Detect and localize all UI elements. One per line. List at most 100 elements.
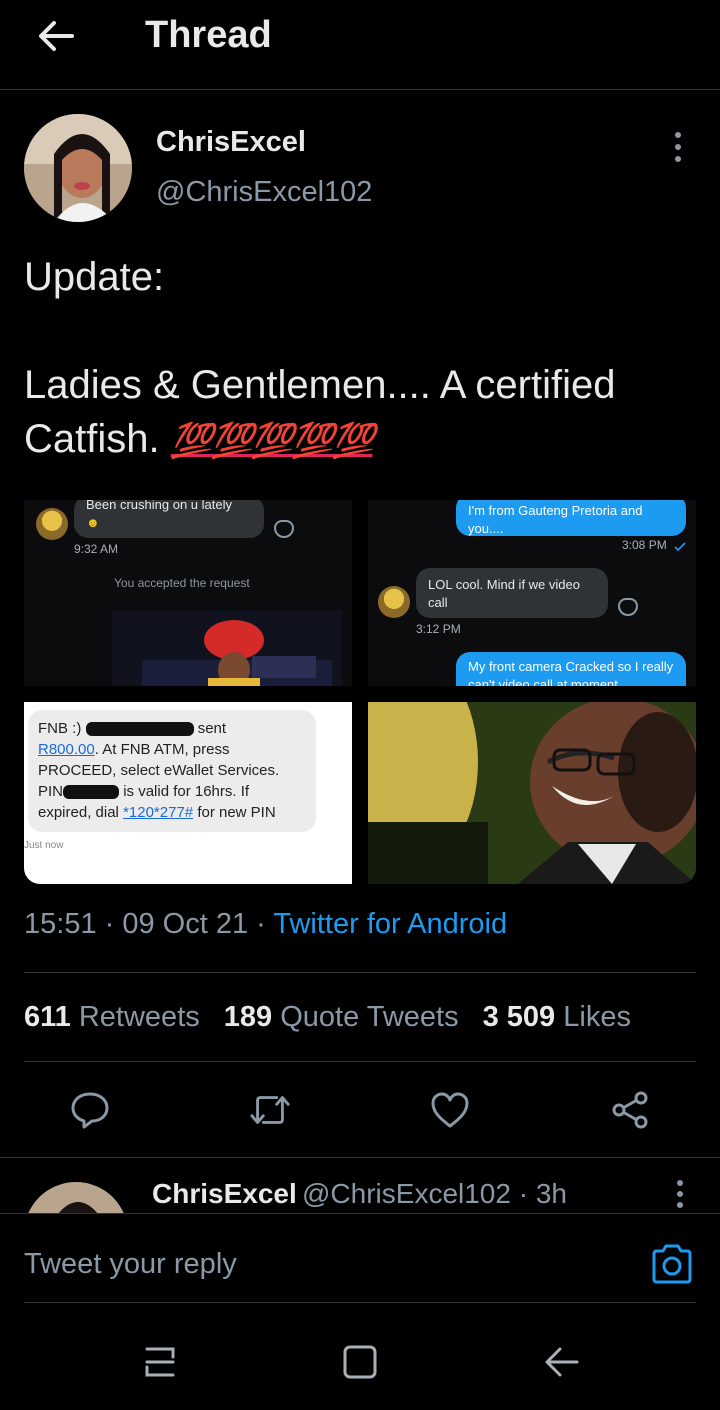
tweet-text: Update: Ladies & Gentlemen.... A certifi… (24, 250, 704, 468)
more-dot-icon (677, 1191, 683, 1197)
quotes-count: 189 (223, 1000, 273, 1033)
media-laughing-photo[interactable] (368, 702, 696, 884)
more-dot-icon (675, 156, 681, 162)
chat-time: 9:32 AM (74, 542, 119, 556)
grin-emoji: ☻ (86, 515, 100, 530)
react-heart-icon (274, 520, 294, 538)
read-check-icon (674, 542, 686, 552)
camera-icon (652, 1244, 692, 1284)
arrow-left-icon (39, 21, 74, 51)
quotes-label: Quote Tweets (280, 1000, 459, 1033)
redaction-mark (85, 722, 194, 737)
likes-stat[interactable]: 3 509 Likes (483, 1001, 631, 1034)
android-navigation-bar (0, 1312, 720, 1410)
media-dm-screenshot[interactable]: I'm from Gauteng Pretoria and you.... 3:… (368, 500, 696, 686)
quote-tweets-stat[interactable]: 189 Quote Tweets (224, 1001, 459, 1034)
sms-text: is valid for 16hrs. If (123, 783, 250, 800)
avatar[interactable] (24, 1182, 128, 1213)
share-icon (612, 1091, 648, 1129)
sms-text: expired, dial (38, 804, 119, 821)
camera-button[interactable] (650, 1244, 694, 1284)
tweet-source-link[interactable]: Twitter for Android (273, 908, 507, 940)
author-handle[interactable]: @ChrisExcel102 (156, 176, 372, 209)
avatar-photo (24, 1182, 128, 1213)
sms-text: PROCEED, select eWallet Services. (38, 762, 280, 779)
home-button[interactable] (338, 1340, 382, 1384)
more-dot-icon (677, 1202, 683, 1208)
page-title: Thread (145, 14, 272, 56)
sms-text: . At FNB ATM, press (94, 741, 230, 758)
sms-time: Just now (24, 840, 64, 851)
share-button[interactable] (608, 1088, 652, 1132)
tweet-text-line: Ladies & Gentlemen.... A certified (24, 363, 616, 407)
recents-button[interactable] (138, 1340, 182, 1384)
hundred-points-emoji: 💯💯💯💯💯 (170, 422, 375, 460)
movie-premiere-photo (112, 610, 342, 686)
sms-amount-link[interactable]: R800.00 (38, 741, 95, 758)
tweet-time: 15:51 (24, 908, 97, 940)
back-button[interactable] (34, 14, 78, 58)
more-dot-icon (675, 132, 681, 138)
reply-composer (0, 1214, 720, 1304)
recents-icon (145, 1347, 175, 1377)
reply-more-options-button[interactable] (676, 1180, 684, 1208)
reply-icon (71, 1092, 109, 1129)
tweet-text-line: Update: (24, 255, 165, 299)
like-icon (431, 1092, 469, 1128)
tweet-text-word: Catfish. (24, 417, 160, 461)
tweet-author: ChrisExcel @ChrisExcel102 (24, 114, 696, 224)
reply-author-name[interactable]: ChrisExcel (152, 1178, 297, 1210)
media-grid: Been crushing on u lately ☻ 9:32 AM You … (24, 500, 696, 884)
chat-incoming-bubble: Been crushing on u lately ☻ (74, 500, 264, 538)
dm-incoming-text: LOL cool. Mind if we video call (428, 577, 580, 610)
like-button[interactable] (428, 1088, 472, 1132)
retweet-button[interactable] (248, 1088, 292, 1132)
dm-outgoing-bubble: I'm from Gauteng Pretoria and you.... (456, 500, 686, 536)
dm-outgoing-time: 3:08 PM (622, 538, 667, 552)
reply-input[interactable] (24, 1242, 624, 1286)
sms-text: sent (197, 720, 227, 737)
dm-avatar (378, 586, 410, 618)
tweet-date: 09 Oct 21 (122, 908, 249, 940)
chat-avatar (36, 508, 68, 540)
sms-ussd-link[interactable]: *120*277# (123, 804, 193, 821)
dm-incoming-bubble: LOL cool. Mind if we video call (416, 568, 608, 618)
more-dot-icon (675, 144, 681, 150)
system-back-button[interactable] (540, 1340, 584, 1384)
laughing-man-photo (368, 702, 696, 884)
composer-divider (24, 1302, 696, 1303)
back-icon (545, 1347, 579, 1377)
react-heart-icon (618, 598, 638, 616)
chat-incoming-text: Been crushing on u lately (86, 500, 232, 512)
retweets-count: 611 (24, 1000, 71, 1033)
tweet-stats: 611 Retweets 189 Quote Tweets 3 509 Like… (24, 972, 696, 1062)
sms-text: FNB :) (38, 720, 82, 737)
more-options-button[interactable] (668, 132, 688, 162)
reply-preview[interactable]: ChrisExcel @ChrisExcel102 · 3h (0, 1158, 720, 1214)
home-icon (343, 1345, 377, 1379)
dm-outgoing-text: My front camera Cracked so I really can'… (468, 659, 674, 686)
avatar-photo (24, 114, 132, 222)
dm-outgoing-bubble: My front camera Cracked so I really can'… (456, 652, 686, 686)
tweet-timestamp: 15:51 · 09 Oct 21 · Twitter for Android (24, 908, 508, 940)
dm-incoming-time: 3:12 PM (416, 622, 461, 636)
retweets-stat[interactable]: 611 Retweets (24, 1001, 200, 1034)
sms-text: for new PIN (197, 804, 276, 821)
media-chat-screenshot[interactable]: Been crushing on u lately ☻ 9:32 AM You … (24, 500, 352, 686)
tweet-action-bar (0, 1062, 720, 1158)
sms-text: PIN (38, 783, 64, 800)
retweets-label: Retweets (78, 1000, 200, 1033)
redaction-mark (63, 785, 120, 800)
more-dot-icon (677, 1180, 683, 1186)
sms-bubble: FNB :) sent R800.00. At FNB ATM, press P… (28, 710, 316, 832)
dm-outgoing-text: I'm from Gauteng Pretoria and you.... (468, 503, 643, 536)
top-bar: Thread (0, 0, 720, 90)
media-sms-screenshot[interactable]: FNB :) sent R800.00. At FNB ATM, press P… (24, 702, 352, 884)
chat-system-text: You accepted the request (114, 576, 250, 590)
author-name[interactable]: ChrisExcel (156, 126, 306, 159)
avatar[interactable] (24, 114, 132, 222)
likes-count: 3 509 (482, 1000, 556, 1033)
reply-handle-time: @ChrisExcel102 · 3h (302, 1178, 567, 1209)
reply-button[interactable] (68, 1088, 112, 1132)
likes-label: Likes (563, 1000, 631, 1033)
